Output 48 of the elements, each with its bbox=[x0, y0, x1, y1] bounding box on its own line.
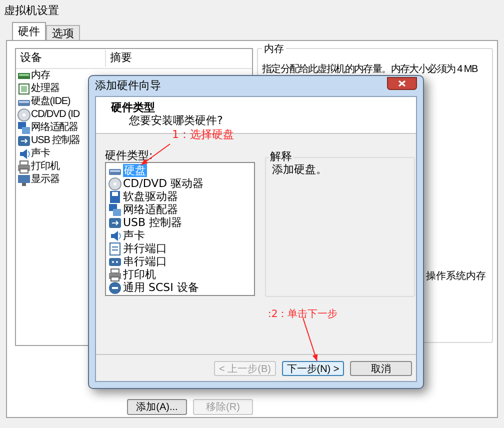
arrow bbox=[302, 318, 318, 362]
explanation-text: 添加硬盘。 bbox=[272, 163, 328, 176]
speaker-icon bbox=[17, 146, 31, 160]
device-name[interactable]: 显示器 bbox=[31, 173, 60, 186]
device-name[interactable]: 内存 bbox=[31, 69, 50, 82]
hardware-item[interactable]: CD/DVD 驱动器 bbox=[123, 177, 204, 190]
device-name[interactable]: 网络适配器 bbox=[31, 121, 78, 134]
network-icon bbox=[108, 202, 122, 216]
monitor-icon bbox=[17, 172, 31, 186]
panel-button[interactable]: 添加(A)... bbox=[127, 399, 187, 415]
floppy-icon bbox=[108, 190, 122, 204]
usb-icon bbox=[108, 216, 122, 230]
dialog-heading: 硬件类型 bbox=[111, 101, 156, 114]
memory-description: 指定分配给此虚拟机的内存量。内存大小必须为 4 MB bbox=[262, 62, 478, 77]
column-header: 摘要 bbox=[109, 50, 133, 66]
dialog-button[interactable]: 取消 bbox=[350, 361, 412, 376]
window-title: 虚拟机设置 bbox=[4, 2, 59, 19]
network-icon bbox=[17, 120, 31, 134]
close-icon bbox=[398, 80, 406, 86]
disc-icon bbox=[108, 176, 122, 190]
close-button[interactable] bbox=[387, 76, 417, 90]
printer-icon bbox=[108, 268, 122, 282]
hardware-item[interactable]: 网络适配器 bbox=[123, 203, 178, 216]
device-name[interactable]: 硬盘(IDE) bbox=[31, 95, 70, 108]
port-icon bbox=[108, 242, 122, 256]
device-name[interactable]: 处理器 bbox=[31, 82, 60, 95]
speaker-icon bbox=[108, 228, 122, 242]
dialog-subheading: 您要安装哪类硬件? bbox=[129, 114, 224, 127]
device-name[interactable]: USB 控制器 bbox=[31, 134, 80, 147]
group-title: 解释 bbox=[269, 151, 293, 163]
hardware-item[interactable]: 并行端口 bbox=[123, 242, 167, 255]
hardware-item[interactable]: 通用 SCSI 设备 bbox=[123, 281, 199, 294]
device-name[interactable]: CD/DVD (ID bbox=[31, 108, 80, 121]
memory-label: 操作系统内存 bbox=[426, 270, 486, 284]
hardware-item[interactable]: USB 控制器 bbox=[123, 216, 182, 229]
device-name[interactable]: 声卡 bbox=[31, 147, 50, 160]
dialog-title: 添加硬件向导 bbox=[95, 78, 161, 94]
tab[interactable]: 选项 bbox=[46, 25, 80, 40]
device-name[interactable]: 打印机 bbox=[31, 160, 60, 173]
hardware-item[interactable]: 打印机 bbox=[123, 268, 156, 281]
hardware-item[interactable]: 声卡 bbox=[123, 229, 145, 242]
annotation: :2：单击下一步 bbox=[268, 308, 338, 322]
dialog-button[interactable]: 下一步(N) > bbox=[282, 361, 344, 376]
tab[interactable]: 硬件 bbox=[12, 22, 46, 40]
column-header: 设备 bbox=[16, 50, 106, 67]
annotation: 1：选择硬盘 bbox=[172, 128, 234, 141]
hardware-item[interactable]: 串行端口 bbox=[123, 255, 167, 268]
hardware-item[interactable]: 软盘驱动器 bbox=[123, 190, 178, 203]
